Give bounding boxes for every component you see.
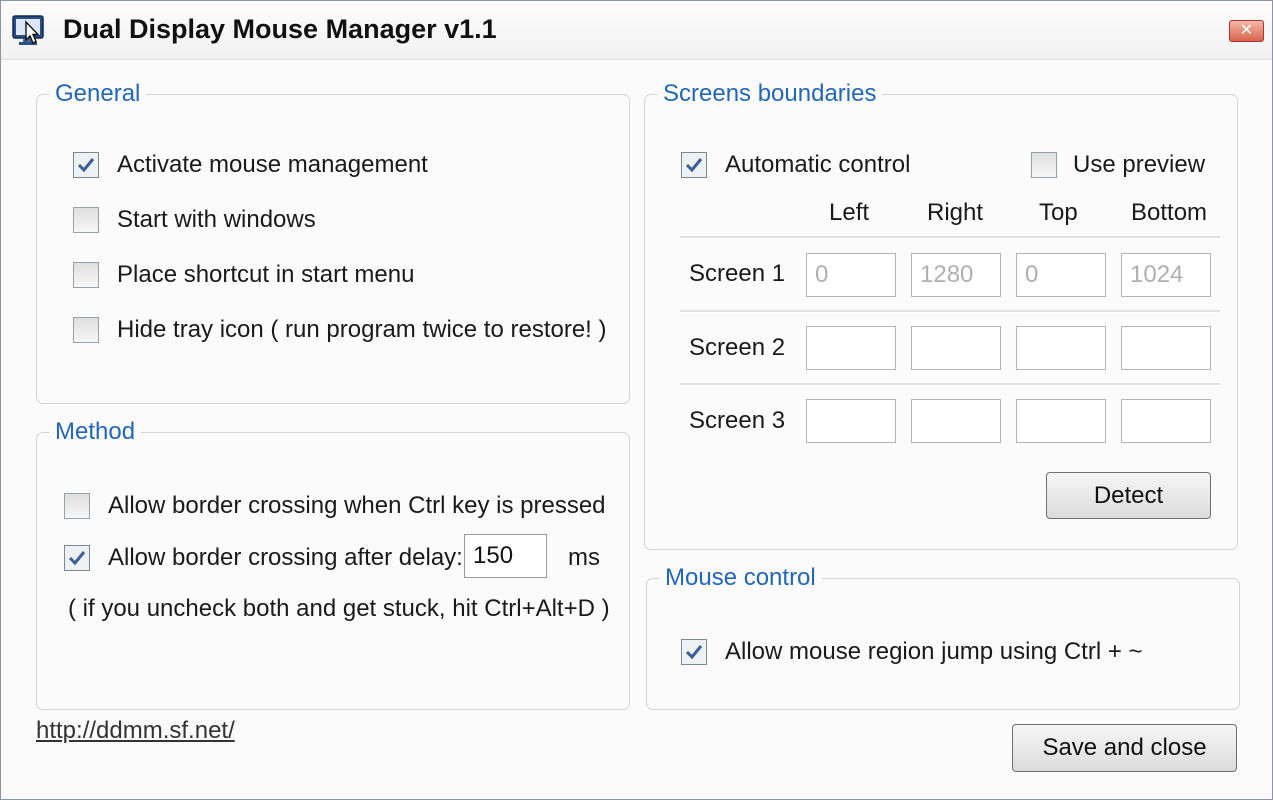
website-link[interactable]: http://ddmm.sf.net/ <box>36 717 235 745</box>
row-divider <box>680 310 1220 313</box>
general-group: General <box>36 78 630 404</box>
screen-1-left-input[interactable] <box>806 253 896 297</box>
option-label: Use preview <box>1073 151 1206 178</box>
checkbox[interactable] <box>64 493 90 519</box>
option-label: Hide tray icon ( run program twice to re… <box>117 316 607 343</box>
option-label: Place shortcut in start menu <box>117 261 415 288</box>
start-menu-shortcut-option[interactable]: Place shortcut in start menu <box>73 259 414 291</box>
column-header-right: Right <box>927 199 984 226</box>
hide-tray-icon-option[interactable]: Hide tray icon ( run program twice to re… <box>73 314 607 346</box>
method-legend: Method <box>49 416 142 448</box>
general-legend: General <box>49 78 147 110</box>
column-header-bottom: Bottom <box>1131 199 1208 226</box>
delay-input[interactable] <box>464 534 547 578</box>
activate-management-option[interactable]: Activate mouse management <box>73 149 428 181</box>
option-label: Automatic control <box>725 151 911 178</box>
option-label: Activate mouse management <box>117 151 428 178</box>
screen-1-top-input[interactable] <box>1016 253 1106 297</box>
delay-unit-label: ms <box>568 544 600 571</box>
checkmark-icon <box>685 645 703 660</box>
use-preview-option[interactable]: Use preview <box>1031 149 1205 181</box>
screen-3-left-input[interactable] <box>806 399 896 443</box>
app-window: Dual Display Mouse Manager v1.1 ✕ Genera… <box>0 0 1273 800</box>
title-bar[interactable]: Dual Display Mouse Manager v1.1 ✕ <box>1 1 1272 60</box>
close-icon: ✕ <box>1239 22 1254 39</box>
screen-2-left-input[interactable] <box>806 326 896 370</box>
checkbox[interactable] <box>681 152 707 178</box>
checkbox[interactable] <box>64 545 90 571</box>
screen-3-top-input[interactable] <box>1016 399 1106 443</box>
checkmark-icon <box>68 551 86 566</box>
checkbox[interactable] <box>73 207 99 233</box>
option-label: Allow mouse region jump using Ctrl + ~ <box>725 638 1143 665</box>
checkbox[interactable] <box>73 317 99 343</box>
checkmark-icon <box>685 158 703 173</box>
detect-button[interactable]: Detect <box>1046 472 1211 519</box>
checkmark-icon <box>77 158 95 173</box>
window-title: Dual Display Mouse Manager v1.1 <box>63 14 497 44</box>
stuck-hint: ( if you uncheck both and get stuck, hit… <box>68 595 610 622</box>
screen-2-bottom-input[interactable] <box>1121 326 1211 370</box>
screen-1-label: Screen 1 <box>689 260 786 287</box>
option-label: Allow border crossing after delay: <box>108 544 463 571</box>
automatic-control-option[interactable]: Automatic control <box>681 149 910 181</box>
screen-3-label: Screen 3 <box>689 407 786 434</box>
checkbox[interactable] <box>681 639 707 665</box>
option-label: Start with windows <box>117 206 316 233</box>
screen-2-top-input[interactable] <box>1016 326 1106 370</box>
delay-crossing-option[interactable]: Allow border crossing after delay: <box>64 542 463 574</box>
column-header-top: Top <box>1039 199 1078 226</box>
start-with-windows-option[interactable]: Start with windows <box>73 204 316 236</box>
mouse-control-legend: Mouse control <box>659 562 822 594</box>
save-and-close-button[interactable]: Save and close <box>1012 724 1237 772</box>
checkbox[interactable] <box>73 152 99 178</box>
close-button[interactable]: ✕ <box>1229 20 1264 42</box>
row-divider <box>680 383 1220 386</box>
screen-2-right-input[interactable] <box>911 326 1001 370</box>
checkbox[interactable] <box>73 262 99 288</box>
row-divider <box>680 236 1220 239</box>
screen-1-bottom-input[interactable] <box>1121 253 1211 297</box>
screen-3-right-input[interactable] <box>911 399 1001 443</box>
monitor-cursor-icon <box>12 15 44 45</box>
region-jump-option[interactable]: Allow mouse region jump using Ctrl + ~ <box>681 636 1143 668</box>
option-label: Allow border crossing when Ctrl key is p… <box>108 492 606 519</box>
checkbox[interactable] <box>1031 152 1057 178</box>
column-header-left: Left <box>829 199 870 226</box>
screen-1-right-input[interactable] <box>911 253 1001 297</box>
ctrl-crossing-option[interactable]: Allow border crossing when Ctrl key is p… <box>64 490 606 522</box>
screen-3-bottom-input[interactable] <box>1121 399 1211 443</box>
screens-boundaries-legend: Screens boundaries <box>657 78 883 110</box>
screen-2-label: Screen 2 <box>689 334 786 361</box>
